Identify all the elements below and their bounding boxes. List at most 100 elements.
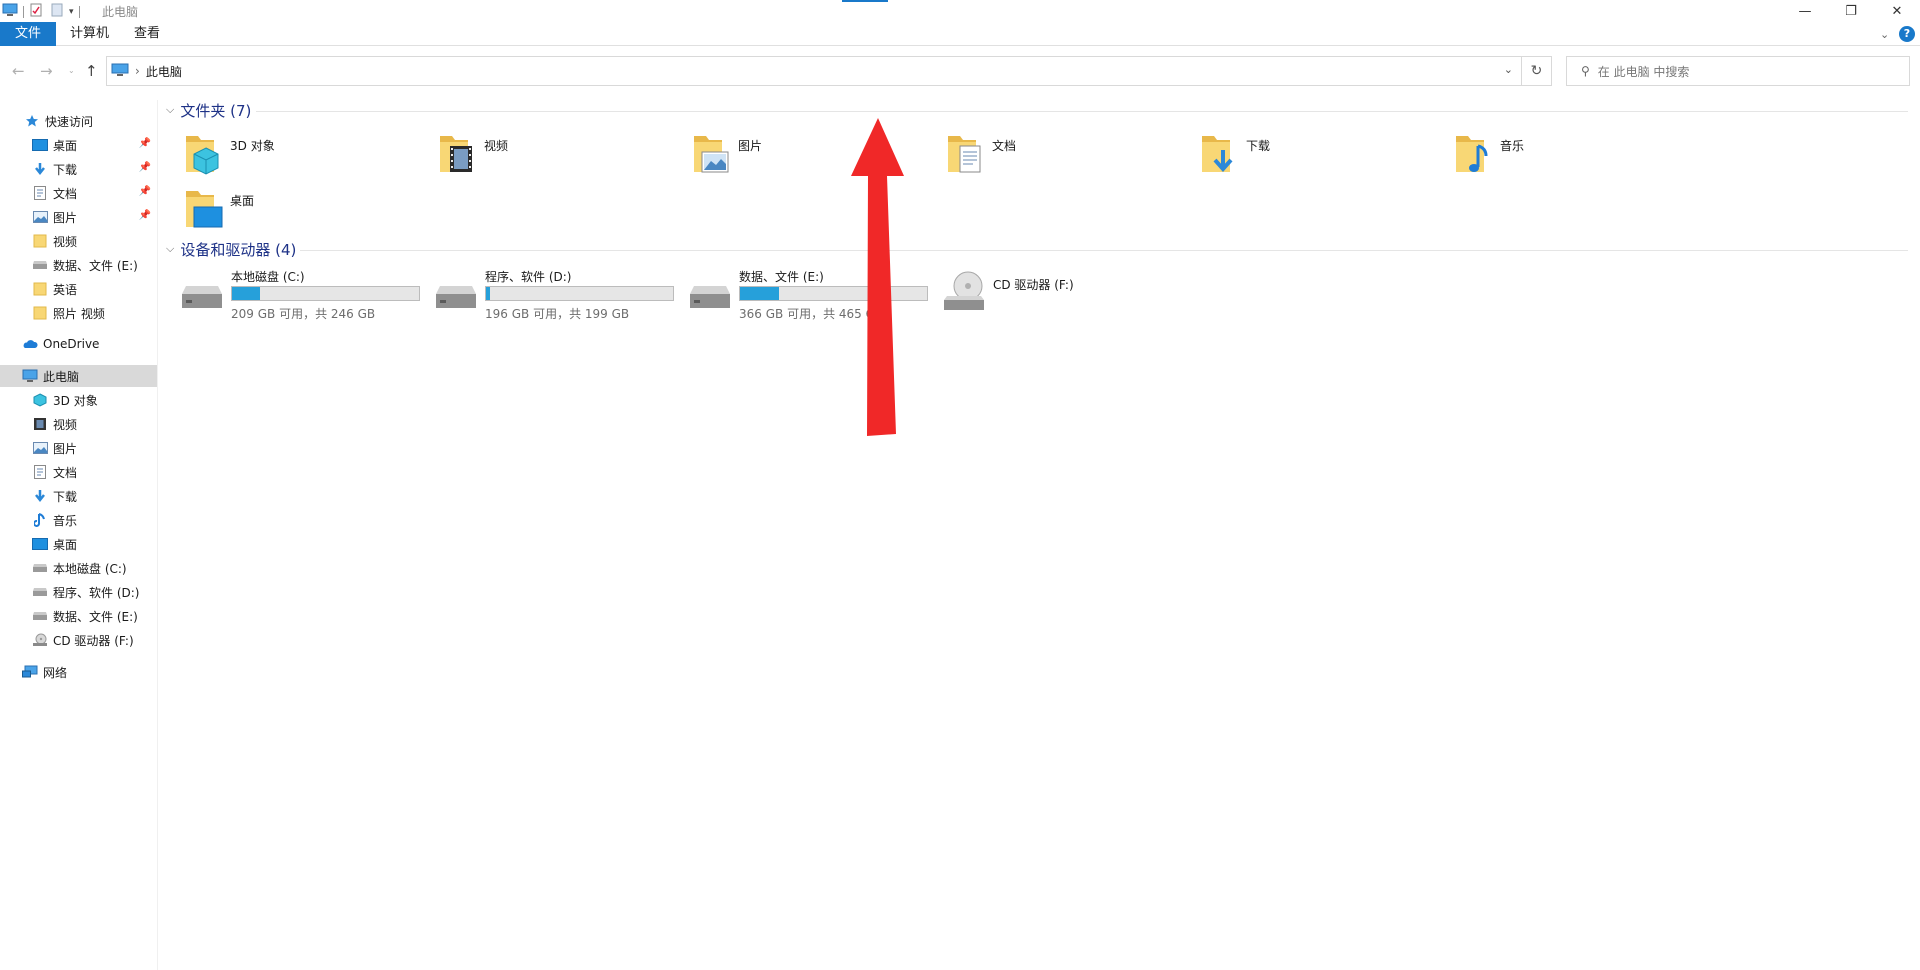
drive-c[interactable]: 本地磁盘 (C:) 209 GB 可用，共 246 GB [180,268,430,322]
this-pc-icon [2,3,18,20]
pin-icon: 📌 [138,186,151,197]
nav-label: OneDrive [43,337,100,351]
nav-label: 图片 [53,441,78,456]
folder-pictures-icon [692,132,732,176]
drive-icon [32,257,48,273]
nav-label: 3D 对象 [53,393,98,408]
nav-pc-pictures[interactable]: 图片 [0,437,157,459]
quick-access-toolbar: ▾ [2,3,85,20]
drive-usage-fill [486,287,490,300]
nav-network[interactable]: 网络 [0,661,157,683]
navigation-pane: 快速访问 桌面 📌 下载 📌 文档 📌 图片 📌 视频 数据、文件 (E:) 英… [0,100,158,970]
hard-drive-icon [434,282,478,313]
document-icon [32,185,48,201]
nav-label: 数据、文件 (E:) [53,258,138,273]
folder-name: 视频 [484,139,509,153]
nav-quick-photos-videos[interactable]: 照片 视频 [0,302,157,324]
nav-quick-drive-e[interactable]: 数据、文件 (E:) [0,254,157,276]
nav-quick-desktop[interactable]: 桌面 📌 [0,134,157,156]
forward-arrow-icon[interactable]: → [40,62,53,80]
maximize-button[interactable]: ❐ [1828,0,1874,22]
nav-pc-desktop[interactable]: 桌面 [0,533,157,555]
nav-quick-pictures[interactable]: 图片 📌 [0,206,157,228]
customize-toolbar-chevron-icon[interactable]: ▾ [69,7,74,17]
film-icon [32,416,48,432]
up-arrow-icon[interactable]: ↑ [85,62,98,80]
nav-quick-downloads[interactable]: 下载 📌 [0,158,157,180]
back-arrow-icon[interactable]: ← [12,62,25,80]
nav-pc-documents[interactable]: 文档 [0,461,157,483]
nav-pc-music[interactable]: 音乐 [0,509,157,531]
new-folder-icon[interactable] [51,3,63,20]
drive-free-space: 196 GB 可用，共 199 GB [485,307,630,321]
breadcrumb-separator: › [135,64,140,78]
nav-pc-cd-drive[interactable]: CD 驱动器 (F:) [0,629,157,651]
search-input[interactable]: ⚲ 在 此电脑 中搜索 [1566,56,1910,86]
nav-this-pc[interactable]: 此电脑 [0,365,157,387]
minimize-button[interactable]: — [1782,0,1828,22]
this-pc-icon [111,63,129,80]
nav-pc-drive-e[interactable]: 数据、文件 (E:) [0,605,157,627]
folder-name: 3D 对象 [230,139,275,153]
recent-locations-chevron-icon[interactable]: ⌄ [68,66,75,75]
title-highlight [842,0,888,2]
drive-usage-fill [740,287,780,300]
nav-label: 文档 [53,465,78,480]
nav-label: 数据、文件 (E:) [53,609,138,624]
folder-videos[interactable]: 视频 [438,132,688,182]
close-button[interactable]: ✕ [1874,0,1920,22]
folders-group-header[interactable]: ⌵ 文件夹 (7) [166,100,251,120]
download-icon [32,488,48,504]
devices-group-header[interactable]: ⌵ 设备和驱动器 (4) [166,239,296,259]
nav-pc-3d-objects[interactable]: 3D 对象 [0,389,157,411]
nav-label: 桌面 [53,537,78,552]
folder-downloads-icon [1200,132,1240,176]
drive-icon [32,608,48,624]
tab-computer[interactable]: 计算机 [56,22,123,46]
refresh-button[interactable]: ↻ [1522,56,1552,86]
group-title: 设备和驱动器 (4) [180,240,297,259]
help-button[interactable]: ? [1899,26,1915,42]
nav-quick-videos[interactable]: 视频 [0,230,157,252]
nav-pc-videos[interactable]: 视频 [0,413,157,435]
folder-videos-icon [438,132,478,176]
tab-view[interactable]: 查看 [120,22,174,46]
folder-3d-objects[interactable]: 3D 对象 [184,132,434,182]
pin-icon: 📌 [138,138,151,149]
nav-quick-documents[interactable]: 文档 📌 [0,182,157,204]
nav-pc-downloads[interactable]: 下载 [0,485,157,507]
nav-label: 下载 [53,162,78,177]
drive-name: 数据、文件 (E:) [739,270,824,284]
nav-label: 此电脑 [43,369,80,384]
group-title: 文件夹 (7) [180,101,252,120]
drive-name: CD 驱动器 (F:) [993,278,1074,292]
folder-icon [32,305,48,321]
drive-d[interactable]: 程序、软件 (D:) 196 GB 可用，共 199 GB [434,268,684,322]
nav-onedrive[interactable]: OneDrive [0,333,157,355]
pictures-icon [32,440,48,456]
nav-quick-access[interactable]: 快速访问 [0,110,157,132]
breadcrumb-this-pc[interactable]: 此电脑 [146,63,182,80]
folder-music[interactable]: 音乐 [1454,132,1704,182]
nav-pc-drive-d[interactable]: 程序、软件 (D:) [0,581,157,603]
address-dropdown-chevron-icon[interactable]: ⌄ [1504,63,1513,76]
nav-label: 快速访问 [45,114,94,129]
properties-icon[interactable] [29,3,43,20]
refresh-icon: ↻ [1530,63,1543,79]
cloud-icon [22,336,38,352]
tab-file[interactable]: 文件 [0,22,56,46]
desktop-icon [32,137,48,153]
nav-pc-drive-c[interactable]: 本地磁盘 (C:) [0,557,157,579]
nav-label: 英语 [53,282,78,297]
chevron-down-icon: ⌵ [166,103,175,116]
folder-name: 音乐 [1500,139,1525,153]
hard-drive-icon [688,282,732,313]
music-note-icon [32,512,48,528]
address-bar[interactable]: › 此电脑 ⌄ [106,56,1522,86]
drive-icon [32,560,48,576]
folder-desktop[interactable]: 桌面 [184,187,434,237]
nav-quick-english[interactable]: 英语 [0,278,157,300]
folder-downloads[interactable]: 下载 [1200,132,1450,182]
nav-label: 下载 [53,489,78,504]
expand-ribbon-chevron-icon[interactable]: ⌄ [1880,28,1889,41]
